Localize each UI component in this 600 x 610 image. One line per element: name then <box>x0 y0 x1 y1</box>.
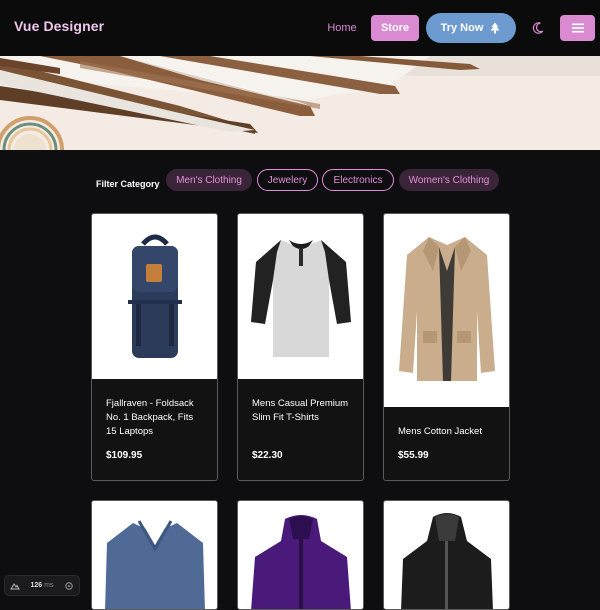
black-jacket-image <box>400 513 493 609</box>
product-card[interactable]: Mens Casual Premium Slim Fit T-Shirts $2… <box>237 213 364 481</box>
jacket-image <box>398 236 495 381</box>
try-now-button[interactable]: Try Now <box>426 13 516 43</box>
moon-icon[interactable] <box>530 20 546 36</box>
product-image <box>92 214 217 379</box>
product-card[interactable]: Fjallraven - Foldsack No. 1 Backpack, Fi… <box>91 213 218 481</box>
product-card[interactable]: Mens Cotton Jacket $55.99 <box>383 213 510 481</box>
devtools-mini-toolbar[interactable]: 126 ms <box>4 575 80 596</box>
chip-mens-clothing[interactable]: Men's Clothing <box>166 169 252 191</box>
product-price: $109.95 <box>106 450 143 461</box>
hero-image <box>0 56 600 150</box>
timing-value: 126 <box>30 582 43 589</box>
purple-jacket-image <box>250 515 351 609</box>
hero-banner <box>0 56 600 150</box>
product-image <box>384 214 509 407</box>
product-price: $22.30 <box>252 450 283 461</box>
tshirt-image <box>250 239 351 357</box>
nav-store-button[interactable]: Store <box>371 15 419 41</box>
menu-button[interactable] <box>560 15 595 41</box>
product-card[interactable] <box>383 500 510 610</box>
product-price: $55.99 <box>398 450 429 461</box>
timing-readout: 126 ms <box>30 582 53 589</box>
product-card[interactable] <box>237 500 364 610</box>
nav-home-link[interactable]: Home <box>322 14 362 42</box>
mountain-icon[interactable] <box>10 581 21 591</box>
chip-womens-clothing[interactable]: Women's Clothing <box>399 169 499 191</box>
tree-icon <box>490 22 500 34</box>
vneck-tshirt-image <box>104 520 205 609</box>
product-card[interactable] <box>91 500 218 610</box>
product-title: Mens Cotton Jacket <box>398 426 482 437</box>
product-image <box>238 501 363 609</box>
product-image <box>238 214 363 379</box>
backpack-image <box>127 234 182 358</box>
product-image <box>92 501 217 609</box>
product-title: Mens Casual Premium Slim Fit T-Shirts <box>252 398 349 423</box>
brand-logo[interactable]: Vue Designer <box>14 18 104 34</box>
chip-jewelery[interactable]: Jewelery <box>257 169 318 191</box>
try-now-label: Try Now <box>440 22 484 34</box>
chip-electronics[interactable]: Electronics <box>322 169 394 191</box>
menu-icon <box>571 23 584 33</box>
product-image <box>384 501 509 609</box>
product-title: Fjallraven - Foldsack No. 1 Backpack, Fi… <box>106 398 194 437</box>
top-nav: Vue Designer Home Store Try Now <box>0 0 600 56</box>
timing-unit: ms <box>44 582 54 589</box>
filter-label: Filter Category <box>96 179 160 189</box>
target-icon[interactable] <box>64 581 74 591</box>
